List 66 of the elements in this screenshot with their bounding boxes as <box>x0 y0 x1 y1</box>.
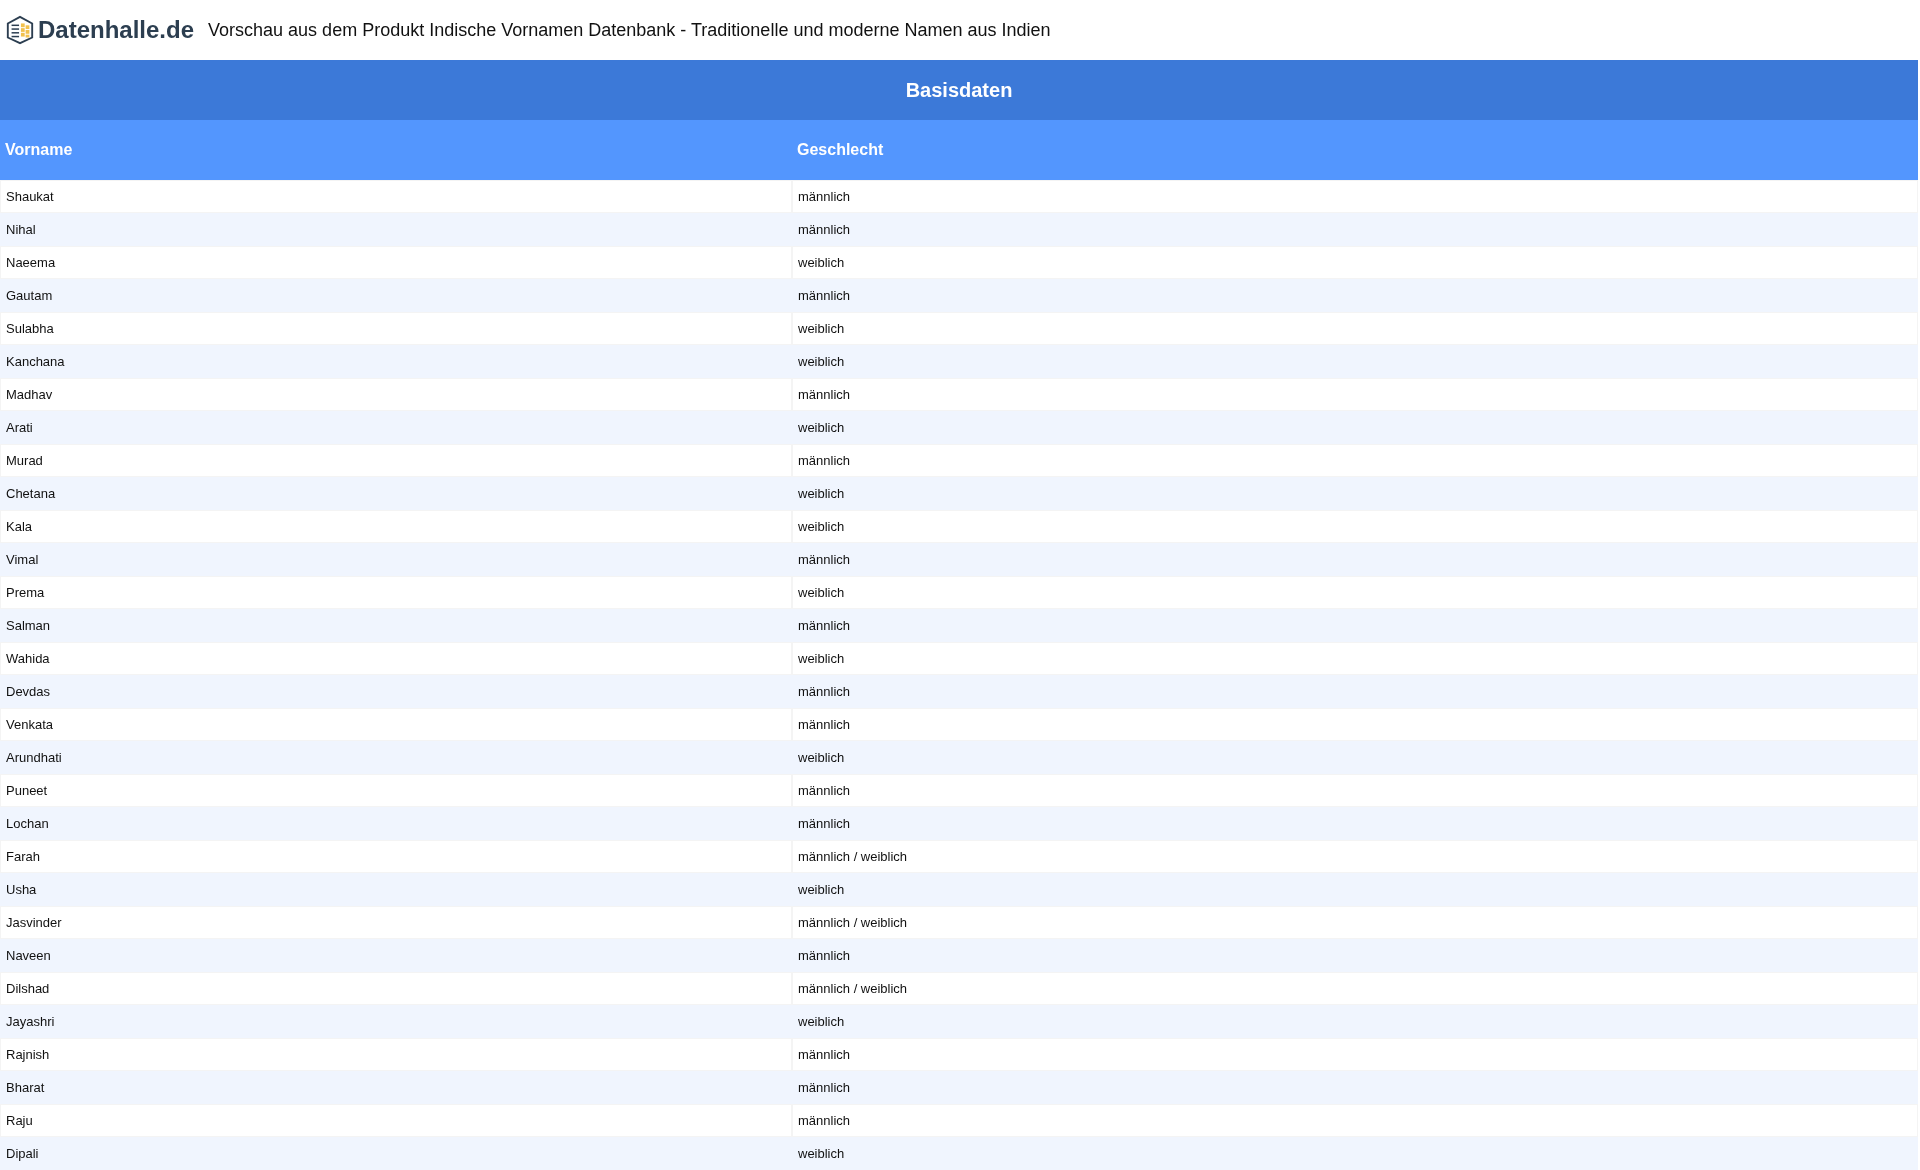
table-cell: männlich <box>792 378 1918 411</box>
table-cell: männlich <box>792 675 1918 708</box>
table-cell: weiblich <box>792 312 1918 345</box>
table-cell: männlich / weiblich <box>792 906 1918 939</box>
table-cell: Murad <box>0 444 792 477</box>
table-cell: Salman <box>0 609 792 642</box>
table-cell: männlich <box>792 213 1918 246</box>
table-cell: weiblich <box>792 477 1918 510</box>
table-cell: Sulabha <box>0 312 792 345</box>
table-cell: Bharat <box>0 1071 792 1104</box>
table-cell: Madhav <box>0 378 792 411</box>
table-cell: Farah <box>0 840 792 873</box>
table-cell: Wahida <box>0 642 792 675</box>
table-cell: männlich <box>792 774 1918 807</box>
table-cell: Usha <box>0 873 792 906</box>
table-cell: männlich / weiblich <box>792 972 1918 1005</box>
table-cell: Naveen <box>0 939 792 972</box>
table-cell: männlich <box>792 1038 1918 1071</box>
table-cell: weiblich <box>792 1005 1918 1038</box>
table-cell: Arati <box>0 411 792 444</box>
table-cell: Jasvinder <box>0 906 792 939</box>
table-cell: Dipali <box>0 1137 792 1170</box>
table-cell: weiblich <box>792 510 1918 543</box>
table-cell: Lochan <box>0 807 792 840</box>
table-cell: weiblich <box>792 741 1918 774</box>
table-cell: Venkata <box>0 708 792 741</box>
table-cell: weiblich <box>792 873 1918 906</box>
table-cell: männlich <box>792 807 1918 840</box>
table-cell: Kala <box>0 510 792 543</box>
table-cell: weiblich <box>792 345 1918 378</box>
table-cell: Raju <box>0 1104 792 1137</box>
table-cell: Naeema <box>0 246 792 279</box>
table-cell: Puneet <box>0 774 792 807</box>
table-cell: männlich <box>792 939 1918 972</box>
table-cell: männlich <box>792 444 1918 477</box>
table-cell: Rajnish <box>0 1038 792 1071</box>
table-cell: weiblich <box>792 411 1918 444</box>
table-cell: männlich / weiblich <box>792 840 1918 873</box>
column-header: Geschlecht <box>792 120 1918 180</box>
page-title: Vorschau aus dem Produkt Indische Vornamen Datenbank - Traditionelle und moderne Namen aus Indien <box>208 19 1051 41</box>
table-cell: männlich <box>792 279 1918 312</box>
table-cell: Prema <box>0 576 792 609</box>
table-cell: männlich <box>792 609 1918 642</box>
table-cell: Dilshad <box>0 972 792 1005</box>
table-cell: weiblich <box>792 1137 1918 1170</box>
table-cell: weiblich <box>792 642 1918 675</box>
table-cell: männlich <box>792 543 1918 576</box>
table-cell: Shaukat <box>0 180 792 213</box>
table-cell: männlich <box>792 180 1918 213</box>
table-cell: Arundhati <box>0 741 792 774</box>
table-cell: Jayashri <box>0 1005 792 1038</box>
table-cell: Nihal <box>0 213 792 246</box>
table-cell: Kanchana <box>0 345 792 378</box>
logo-server-icon <box>5 15 35 45</box>
table-cell: Chetana <box>0 477 792 510</box>
table-cell: weiblich <box>792 576 1918 609</box>
column-header: Vorname <box>0 120 792 180</box>
table-cell: männlich <box>792 1071 1918 1104</box>
table-cell: Vimal <box>0 543 792 576</box>
logo-text[interactable]: Datenhalle.de <box>38 16 195 44</box>
table-caption: Basisdaten <box>0 60 1918 120</box>
table-cell: männlich <box>792 1104 1918 1137</box>
table-cell: Devdas <box>0 675 792 708</box>
table-cell: Gautam <box>0 279 792 312</box>
table-cell: weiblich <box>792 246 1918 279</box>
table-cell: männlich <box>792 708 1918 741</box>
